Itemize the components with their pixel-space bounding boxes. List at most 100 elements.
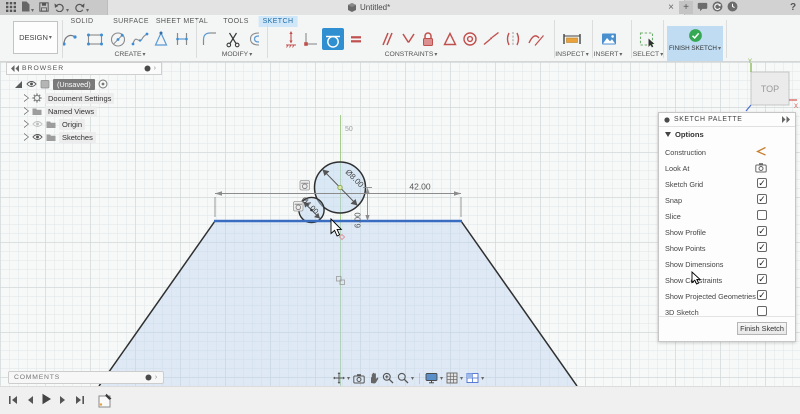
comments-panel[interactable]: COMMENTS ›: [8, 371, 164, 384]
group-select-label[interactable]: SELECT: [633, 51, 663, 58]
small-circle-center-point[interactable]: [310, 209, 313, 212]
zoom-window-button[interactable]: [382, 372, 394, 384]
expand-arrow-icon[interactable]: [24, 95, 29, 101]
large-circle-center-point[interactable]: [338, 185, 342, 189]
timeline-play-button[interactable]: [41, 392, 52, 410]
concentric-constraint-button[interactable]: [459, 28, 481, 50]
group-create-label[interactable]: CREATE: [114, 51, 145, 58]
browser-options-icon[interactable]: [144, 65, 151, 72]
trim-tool-button[interactable]: [222, 28, 244, 50]
browser-item-label[interactable]: Sketches: [59, 132, 96, 143]
construction-toggle[interactable]: [756, 146, 767, 159]
snap-checkbox[interactable]: ✓: [757, 194, 767, 204]
fit-zoom-button[interactable]: [397, 372, 414, 384]
display-settings-button[interactable]: [425, 372, 443, 384]
dimension-width-value[interactable]: 42.00: [409, 182, 431, 192]
timeline-sketch-feature[interactable]: [98, 393, 113, 408]
spline-tool-button[interactable]: [129, 28, 151, 50]
show-profile-checkbox[interactable]: ✓: [757, 226, 767, 236]
tab-solid[interactable]: SOLID: [66, 16, 97, 27]
profile-fill[interactable]: [99, 221, 577, 386]
expand-arrow-icon[interactable]: [24, 134, 29, 140]
sketch-palette-header[interactable]: SKETCH PALETTE: [659, 113, 795, 127]
comments-options-icon[interactable]: [145, 374, 152, 381]
tab-sketch[interactable]: SKETCH: [259, 16, 298, 27]
browser-panel-header[interactable]: BROWSER ›: [6, 62, 162, 75]
grid-snaps-button[interactable]: [446, 372, 463, 384]
slot-tool-button[interactable]: [171, 28, 193, 50]
eye-icon[interactable]: [32, 133, 43, 141]
design-workspace-button[interactable]: DESIGN: [13, 21, 58, 54]
tab-tools[interactable]: TOOLS: [219, 16, 253, 27]
timeline-skip-start-button[interactable]: [8, 392, 18, 410]
show-dimensions-checkbox[interactable]: ✓: [757, 258, 767, 268]
look-at-button[interactable]: [353, 373, 365, 384]
fix-constraint-button[interactable]: [417, 28, 439, 50]
finish-sketch-button[interactable]: FINISH SKETCH: [667, 26, 723, 61]
help-icon[interactable]: ?: [787, 0, 799, 15]
inspect-measure-button[interactable]: [561, 28, 583, 50]
tangent-constraint-button[interactable]: [322, 28, 344, 50]
pan-button[interactable]: [368, 372, 379, 384]
fillet-tool-button[interactable]: [199, 28, 221, 50]
slice-checkbox[interactable]: [757, 210, 767, 220]
section-collapse-icon[interactable]: [665, 132, 671, 137]
group-modify-label[interactable]: MODIFY: [222, 51, 252, 58]
insert-image-button[interactable]: [598, 28, 620, 50]
document-tab[interactable]: [107, 0, 685, 15]
chevron-right-icon[interactable]: ›: [155, 374, 158, 381]
sketch-grid-checkbox[interactable]: ✓: [757, 178, 767, 188]
browser-item-label[interactable]: Document Settings: [45, 93, 114, 104]
equal-constraint-button[interactable]: [345, 28, 367, 50]
tangent-constraint-badge[interactable]: [294, 202, 304, 212]
timeline-step-forward-button[interactable]: [59, 392, 68, 410]
expand-arrow-icon[interactable]: [24, 121, 29, 127]
close-tab-icon[interactable]: ×: [664, 0, 678, 15]
tangent-constraint-badge[interactable]: [300, 181, 310, 191]
new-tab-button[interactable]: +: [679, 1, 693, 14]
polygon-tool-button[interactable]: [150, 28, 172, 50]
timeline-step-back-button[interactable]: [25, 392, 34, 410]
dimension-offset-value[interactable]: 6.00: [354, 212, 363, 228]
look-at-button[interactable]: [755, 162, 767, 175]
palette-options-section[interactable]: Options: [659, 127, 795, 141]
eye-icon[interactable]: [26, 80, 37, 88]
midpoint-constraint-button[interactable]: [439, 28, 461, 50]
corner-triangle-icon[interactable]: [14, 80, 23, 89]
show-points-checkbox[interactable]: ✓: [757, 242, 767, 252]
chevron-right-icon[interactable]: ›: [154, 65, 157, 72]
collinear-constraint-button[interactable]: [480, 28, 502, 50]
group-inspect-label[interactable]: INSPECT: [555, 51, 588, 58]
browser-item-sketches[interactable]: Sketches: [24, 131, 96, 143]
sketch-dimension-tool-button[interactable]: [280, 28, 302, 50]
browser-root-row[interactable]: (Unsaved): [14, 78, 108, 90]
collapse-left-icon[interactable]: [11, 65, 19, 72]
show-projected-checkbox[interactable]: ✓: [757, 290, 767, 300]
symmetry-constraint-button[interactable]: [502, 28, 524, 50]
group-insert-label[interactable]: INSERT: [594, 51, 623, 58]
circle-tool-button[interactable]: [107, 28, 129, 50]
parallel-constraint-button[interactable]: [375, 28, 397, 50]
tab-surface[interactable]: SURFACE: [109, 16, 153, 27]
group-constraints-label[interactable]: CONSTRAINTS: [385, 51, 438, 58]
activate-radio-icon[interactable]: [98, 79, 108, 89]
viewports-button[interactable]: [466, 372, 484, 384]
collapse-right-icon[interactable]: [782, 116, 790, 123]
root-document-name[interactable]: (Unsaved): [53, 79, 95, 90]
coincident-constraint-button[interactable]: [300, 28, 322, 50]
select-tool-button[interactable]: [636, 28, 658, 50]
expand-arrow-icon[interactable]: [24, 108, 29, 114]
browser-item-document-settings[interactable]: Document Settings: [24, 92, 114, 104]
browser-item-label[interactable]: Origin: [59, 119, 85, 130]
eye-hidden-icon[interactable]: [32, 120, 43, 128]
tab-sheet-metal[interactable]: SHEET METAL: [152, 16, 212, 27]
browser-item-origin[interactable]: Origin: [24, 118, 85, 130]
curvature-constraint-button[interactable]: [525, 28, 547, 50]
rectangle-tool-button[interactable]: [84, 28, 106, 50]
viewcube-face-label[interactable]: TOP: [761, 84, 779, 94]
offset-tool-button[interactable]: [244, 28, 266, 50]
3d-sketch-checkbox[interactable]: [757, 306, 767, 316]
perpendicular-constraint-button[interactable]: [397, 28, 419, 50]
viewcube[interactable]: TOP Y X Z: [742, 57, 800, 119]
palette-finish-sketch-button[interactable]: Finish Sketch: [737, 322, 787, 335]
